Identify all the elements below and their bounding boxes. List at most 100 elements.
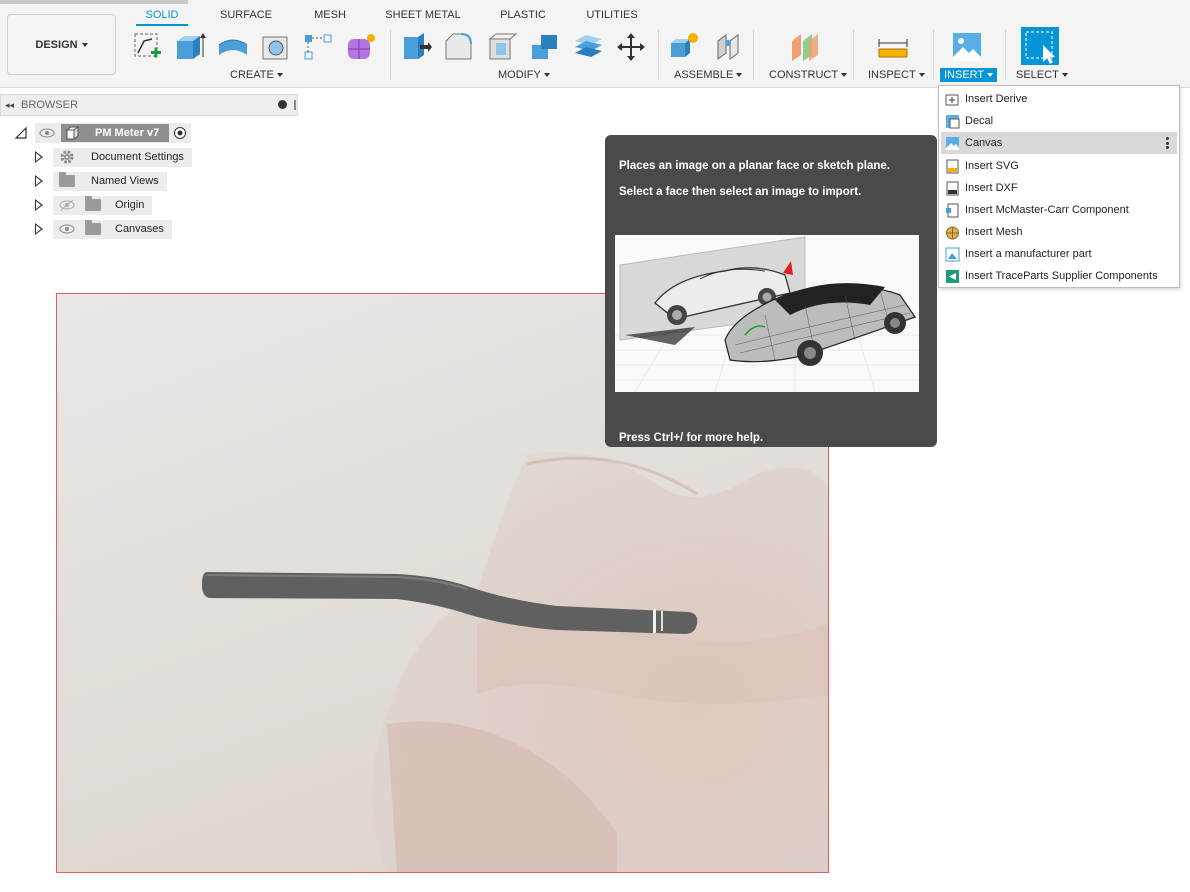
tree-root[interactable]: PM Meter v7 xyxy=(14,123,192,143)
split-body-tool[interactable] xyxy=(572,30,604,64)
menu-item-label: Insert Mesh xyxy=(965,226,1023,238)
insert-menu[interactable]: INSERT xyxy=(940,68,998,82)
eye-icon[interactable] xyxy=(59,223,75,235)
menu-item-insert-derive[interactable]: Insert Derive xyxy=(941,88,1177,110)
expand-triangle-icon[interactable] xyxy=(35,223,43,235)
menu-item-label: Canvas xyxy=(965,137,1003,149)
divider xyxy=(1005,30,1006,80)
fillet-icon xyxy=(445,33,472,60)
expand-triangle-icon[interactable] xyxy=(35,175,43,187)
chevron-down-icon xyxy=(276,73,283,77)
press-pull-tool[interactable] xyxy=(400,30,432,64)
activate-radio-icon[interactable] xyxy=(173,126,187,140)
combine-tool[interactable] xyxy=(529,30,561,64)
fillet-tool[interactable] xyxy=(443,30,475,64)
assemble-menu[interactable]: ASSEMBLE xyxy=(674,69,743,81)
hole-tool[interactable] xyxy=(260,30,292,64)
root-label-box: PM Meter v7 xyxy=(61,124,170,142)
extrude-tool[interactable] xyxy=(174,30,206,64)
new-component-tool[interactable] xyxy=(668,30,700,64)
create-menu[interactable]: CREATE xyxy=(230,69,283,81)
tree-item-origin[interactable]: Origin xyxy=(35,195,153,215)
shell-tool[interactable] xyxy=(486,30,518,64)
measure-tool[interactable] xyxy=(877,30,909,64)
expand-triangle-icon[interactable] xyxy=(35,199,43,211)
decal-icon xyxy=(945,114,960,129)
panel-grip-icon[interactable] xyxy=(294,100,296,110)
create-label: CREATE xyxy=(230,69,274,81)
joint-icon xyxy=(717,34,739,60)
chevron-down-icon xyxy=(918,73,925,77)
menu-item-insert-traceparts[interactable]: Insert TraceParts Supplier Components xyxy=(941,265,1177,287)
tree-item-label: Document Settings xyxy=(91,151,184,163)
joint-tool[interactable] xyxy=(712,30,744,64)
eye-icon[interactable] xyxy=(39,127,55,139)
component-icon xyxy=(65,126,79,140)
collapse-panel-icon[interactable]: ◂◂ xyxy=(5,100,14,111)
tab-utilities[interactable]: UTILITIES xyxy=(584,8,640,26)
menu-item-label: Insert DXF xyxy=(965,182,1018,194)
construct-menu[interactable]: CONSTRUCT xyxy=(769,69,848,81)
pattern-tool[interactable] xyxy=(302,30,334,64)
divider xyxy=(933,30,934,80)
derive-icon xyxy=(945,92,960,107)
tooltip-line-2: Select a face then select an image to im… xyxy=(619,186,862,198)
tab-mesh[interactable]: MESH xyxy=(308,8,352,26)
hole-icon xyxy=(262,36,288,60)
tooltip-line-1: Places an image on a planar face or sket… xyxy=(619,160,891,172)
menu-item-insert-manufacturer-part[interactable]: Insert a manufacturer part xyxy=(941,243,1177,265)
eye-hidden-icon[interactable] xyxy=(59,199,75,211)
tab-solid[interactable]: SOLID xyxy=(136,8,188,26)
select-tool[interactable] xyxy=(1021,27,1059,65)
chevron-down-icon xyxy=(987,73,994,77)
inspect-menu[interactable]: INSPECT xyxy=(868,69,925,81)
more-options-icon[interactable] xyxy=(1166,137,1169,149)
offset-plane-tool[interactable] xyxy=(789,30,821,64)
root-item[interactable]: PM Meter v7 xyxy=(35,123,192,143)
insert-canvas-tool[interactable] xyxy=(951,30,983,64)
mcmaster-icon xyxy=(945,203,960,218)
workspace-switcher-button[interactable]: DESIGN xyxy=(7,14,116,75)
select-cursor-icon xyxy=(1021,27,1059,65)
folder-icon xyxy=(85,220,101,235)
root-label: PM Meter v7 xyxy=(95,127,160,139)
menu-item-label: Insert SVG xyxy=(965,160,1019,172)
collapse-triangle-icon[interactable] xyxy=(14,126,28,140)
tooltip-illustration xyxy=(615,235,919,392)
menu-item-decal[interactable]: Decal xyxy=(941,110,1177,132)
tree-item-named-views[interactable]: Named Views xyxy=(35,171,167,191)
tab-plastic[interactable]: PLASTIC xyxy=(496,8,550,26)
modify-menu[interactable]: MODIFY xyxy=(498,69,550,81)
tree-item-canvases[interactable]: Canvases xyxy=(35,219,172,239)
create-form-tool[interactable] xyxy=(345,30,377,64)
menu-item-label: Insert McMaster-Carr Component xyxy=(965,204,1129,216)
revolve-tool[interactable] xyxy=(217,30,249,64)
menu-item-label: Insert TraceParts Supplier Components xyxy=(965,270,1158,282)
tab-sheet-metal[interactable]: SHEET METAL xyxy=(383,8,463,26)
menu-item-canvas[interactable]: Canvas xyxy=(941,132,1177,154)
menu-item-insert-dxf[interactable]: Insert DXF xyxy=(941,177,1177,199)
inspect-label: INSPECT xyxy=(868,69,916,81)
tab-surface[interactable]: SURFACE xyxy=(216,8,276,26)
extrude-icon xyxy=(177,33,206,59)
create-sketch-tool[interactable] xyxy=(132,30,164,64)
divider xyxy=(658,30,659,80)
tree-item-document-settings[interactable]: Document Settings xyxy=(35,147,192,167)
press-pull-icon xyxy=(404,33,432,59)
tree-item-label: Named Views xyxy=(91,175,159,187)
measure-icon xyxy=(878,39,908,58)
menu-item-insert-svg[interactable]: Insert SVG xyxy=(941,155,1177,177)
combine-icon xyxy=(532,35,557,59)
tree-item-label: Canvases xyxy=(115,223,164,235)
expand-triangle-icon[interactable] xyxy=(35,151,43,163)
minimize-icon[interactable] xyxy=(278,100,287,109)
select-label: SELECT xyxy=(1016,69,1059,81)
folder-icon xyxy=(59,172,75,187)
workspace-label: DESIGN xyxy=(35,38,78,51)
select-menu[interactable]: SELECT xyxy=(1016,69,1068,81)
shell-icon xyxy=(488,33,518,60)
canvas-tooltip: Places an image on a planar face or sket… xyxy=(605,135,937,447)
menu-item-insert-mesh[interactable]: Insert Mesh xyxy=(941,221,1177,243)
menu-item-insert-mcmaster[interactable]: Insert McMaster-Carr Component xyxy=(941,199,1177,221)
move-copy-tool[interactable] xyxy=(615,30,647,64)
